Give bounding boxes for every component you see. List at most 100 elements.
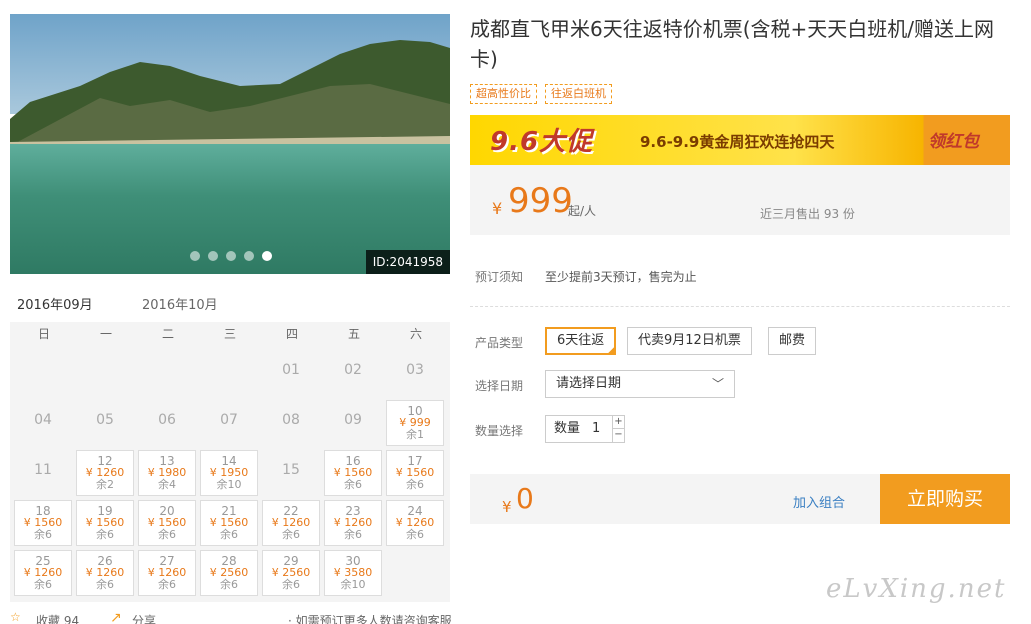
calendar-day-number: 17 bbox=[407, 454, 423, 468]
carousel-dot[interactable] bbox=[208, 251, 218, 261]
calendar-day-available[interactable]: 13 ¥ 1980 余4 bbox=[138, 450, 196, 496]
calendar-day-number: 09 bbox=[344, 412, 362, 428]
tab-month-2[interactable]: 2016年10月 bbox=[142, 294, 218, 313]
calendar-day-available[interactable]: 20 ¥ 1560 余6 bbox=[138, 500, 196, 546]
share-icon[interactable]: ↗ bbox=[110, 610, 122, 624]
type-option-label: 代卖9月12日机票 bbox=[638, 333, 741, 348]
calendar-day-available[interactable]: 14 ¥ 1950 余10 bbox=[200, 450, 258, 496]
calendar-day: 05 bbox=[76, 400, 134, 446]
calendar-day-number: 03 bbox=[406, 362, 424, 378]
calendar-day-available[interactable]: 23 ¥ 1260 余6 bbox=[324, 500, 382, 546]
calendar-day-available[interactable]: 16 ¥ 1560 余6 bbox=[324, 450, 382, 496]
notice-label: 预订须知 bbox=[475, 270, 524, 284]
calendar-day: 01 bbox=[262, 350, 320, 396]
calendar-day-number: 12 bbox=[97, 454, 113, 468]
quantity-prefix: 数量 bbox=[554, 421, 581, 436]
calendar-day: 11 bbox=[14, 450, 72, 496]
promo-banner[interactable]: 9.6大促 9.6-9.9黄金周狂欢连抢四天 领红包 bbox=[470, 115, 1010, 165]
calendar-day-number: 20 bbox=[159, 504, 175, 518]
share-link[interactable]: 分享 bbox=[132, 612, 156, 624]
calendar-day-remaining: 余6 bbox=[96, 528, 114, 541]
price-currency: ¥ bbox=[492, 199, 503, 218]
calendar-day-available[interactable]: 28 ¥ 2560 余6 bbox=[200, 550, 258, 596]
calendar-day-remaining: 余6 bbox=[220, 528, 238, 541]
quantity-label: 数量选择 bbox=[475, 424, 524, 438]
tag-value: 超高性价比 bbox=[470, 84, 537, 104]
product-title: 成都直飞甲米6天往返特价机票(含税+天天白班机/赠送上网卡) bbox=[470, 17, 995, 71]
add-combo-link[interactable]: 加入组合 bbox=[793, 492, 845, 511]
price-amount: 999 bbox=[508, 181, 573, 221]
calendar-day-number: 01 bbox=[282, 362, 300, 378]
date-label: 选择日期 bbox=[475, 379, 524, 393]
calendar-day-available[interactable]: 18 ¥ 1560 余6 bbox=[14, 500, 72, 546]
calendar-day-number: 06 bbox=[158, 412, 176, 428]
calendar-day-available[interactable]: 10 ¥ 999 余1 bbox=[386, 400, 444, 446]
favorite-link[interactable]: 收藏 94 bbox=[36, 612, 79, 624]
carousel-dots bbox=[190, 251, 272, 261]
calendar-day-number: 27 bbox=[159, 554, 175, 568]
weekday-sun: 日 bbox=[37, 327, 50, 341]
red-packet-button[interactable]: 领红包 bbox=[928, 127, 979, 152]
calendar-day-available[interactable]: 25 ¥ 1260 余6 bbox=[14, 550, 72, 596]
carousel-dot[interactable] bbox=[244, 251, 254, 261]
date-select[interactable]: 请选择日期 ﹀ bbox=[545, 370, 735, 398]
calendar-day-number: 10 bbox=[407, 404, 423, 418]
calendar-day-number: 04 bbox=[34, 412, 52, 428]
calendar-grid: 01 02 03 04 05 06 07 08 09 10 ¥ 999 余1 11 12 ¥ 1260 余2 1… bbox=[10, 346, 450, 602]
buy-now-button[interactable]: 立即购买 bbox=[880, 474, 1010, 524]
calendar-day: 15 bbox=[262, 450, 320, 496]
calendar-day-remaining: 余6 bbox=[282, 528, 300, 541]
group-booking-note: · 如需预订更多人数请咨询客服 bbox=[288, 614, 452, 624]
calendar-day-number: 07 bbox=[220, 412, 238, 428]
calendar-day-number: 08 bbox=[282, 412, 300, 428]
calendar-day: 09 bbox=[324, 400, 382, 446]
calendar-day-number: 29 bbox=[283, 554, 299, 568]
price-box: ¥ 999 起/人 近三月售出 93 份 bbox=[470, 165, 1010, 235]
star-icon[interactable]: ☆ bbox=[10, 610, 21, 624]
weekday-thu: 四 bbox=[285, 327, 298, 341]
calendar-day-number: 02 bbox=[344, 362, 362, 378]
month-tabs: 2016年09月 2016年10月 bbox=[10, 292, 450, 325]
calendar-day-available[interactable]: 17 ¥ 1560 余6 bbox=[386, 450, 444, 496]
plus-icon[interactable]: + bbox=[612, 416, 624, 429]
type-option-postage[interactable]: 邮费 bbox=[768, 327, 817, 355]
calendar-day-number: 26 bbox=[97, 554, 113, 568]
quantity-value[interactable]: 1 bbox=[592, 416, 600, 442]
calendar-day-remaining: 余1 bbox=[406, 428, 424, 441]
carousel-dot[interactable] bbox=[190, 251, 200, 261]
carousel-dot[interactable] bbox=[262, 251, 272, 261]
minus-icon[interactable]: − bbox=[612, 429, 624, 442]
type-option-label: 6天往返 bbox=[557, 333, 605, 348]
type-option-6day[interactable]: 6天往返 bbox=[545, 327, 617, 355]
calendar-day-available[interactable]: 12 ¥ 1260 余2 bbox=[76, 450, 134, 496]
photo-id-tag: ID:2041958 bbox=[365, 250, 450, 274]
calendar-day: 04 bbox=[14, 400, 72, 446]
calendar-day-available[interactable]: 29 ¥ 2560 余6 bbox=[262, 550, 320, 596]
calendar-day-available[interactable]: 19 ¥ 1560 余6 bbox=[76, 500, 134, 546]
tab-month-1[interactable]: 2016年09月 bbox=[17, 294, 93, 313]
quantity-stepper[interactable]: 数量 1 + − bbox=[545, 415, 625, 443]
carousel-dot[interactable] bbox=[226, 251, 236, 261]
date-select-value: 请选择日期 bbox=[556, 376, 622, 391]
calendar-day-available[interactable]: 30 ¥ 3580 余10 bbox=[324, 550, 382, 596]
type-option-ticket[interactable]: 代卖9月12日机票 bbox=[627, 327, 752, 355]
calendar-day-remaining: 余2 bbox=[96, 478, 114, 491]
calendar-day: 08 bbox=[262, 400, 320, 446]
promo-badge: 9.6大促 bbox=[490, 127, 594, 157]
calendar-day-number: 13 bbox=[159, 454, 175, 468]
calendar-day-available[interactable]: 22 ¥ 1260 余6 bbox=[262, 500, 320, 546]
weekday-tue: 二 bbox=[161, 327, 174, 341]
total-currency: ¥ bbox=[502, 498, 512, 516]
sales-count: 近三月售出 93 份 bbox=[760, 207, 855, 221]
calendar-day-available[interactable]: 26 ¥ 1260 余6 bbox=[76, 550, 134, 596]
calendar-day-remaining: 余6 bbox=[344, 478, 362, 491]
calendar-day-number: 23 bbox=[345, 504, 361, 518]
calendar-day-number: 30 bbox=[345, 554, 361, 568]
calendar-day-available[interactable]: 21 ¥ 1560 余6 bbox=[200, 500, 258, 546]
calendar-day-number: 24 bbox=[407, 504, 423, 518]
calendar-day-available[interactable]: 24 ¥ 1260 余6 bbox=[386, 500, 444, 546]
calendar-weekday-header: 日 一 二 三 四 五 六 bbox=[10, 322, 450, 346]
weekday-wed: 三 bbox=[223, 327, 236, 341]
calendar-day-available[interactable]: 27 ¥ 1260 余6 bbox=[138, 550, 196, 596]
tag-daytime-flight: 往返白班机 bbox=[545, 84, 612, 104]
